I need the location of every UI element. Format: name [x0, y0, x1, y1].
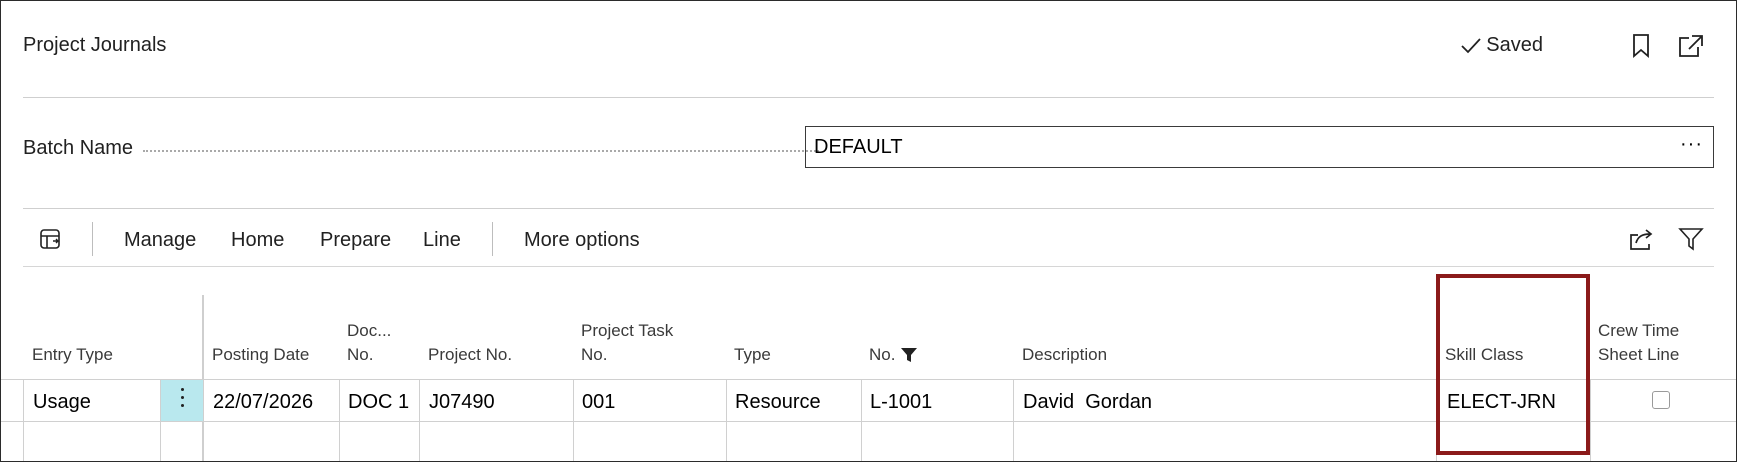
- cell-entry-type[interactable]: Usage: [33, 391, 91, 414]
- share-icon[interactable]: [1628, 227, 1656, 251]
- column-header-no-label: No.: [869, 345, 896, 364]
- grid-cell-border: [419, 379, 420, 461]
- filter-icon[interactable]: [1678, 227, 1704, 251]
- change-view-icon[interactable]: [39, 228, 63, 252]
- manage-menu[interactable]: Manage: [124, 229, 196, 252]
- line-menu[interactable]: Line: [423, 229, 461, 252]
- batch-name-value: DEFAULT: [814, 136, 903, 158]
- column-header-doc-no-line2: No.: [347, 345, 374, 364]
- crew-time-sheet-line-checkbox[interactable]: [1652, 391, 1670, 409]
- checkmark-icon: [1461, 37, 1481, 53]
- cell-project-task-no[interactable]: 001: [582, 391, 615, 414]
- column-header-project-task-no-line2: No.: [581, 345, 608, 364]
- cell-type[interactable]: Resource: [735, 391, 821, 414]
- action-bar: Manage Home Prepare Line More options: [23, 210, 1714, 267]
- grid-cell-border: [1590, 379, 1591, 461]
- page-title: Project Journals: [23, 34, 167, 56]
- column-header-description[interactable]: Description: [1022, 343, 1107, 367]
- bookmark-icon[interactable]: [1631, 34, 1651, 58]
- batch-lookup-button[interactable]: ···: [1680, 133, 1703, 156]
- prepare-menu[interactable]: Prepare: [320, 229, 391, 252]
- column-header-project-no[interactable]: Project No.: [428, 343, 512, 367]
- toolbar-separator: [92, 222, 93, 256]
- batch-section: Batch Name DEFAULT ···: [23, 99, 1714, 209]
- cell-description[interactable]: David Gordan: [1023, 391, 1152, 414]
- column-header-crew-time-sheet-line-line1: Crew Time: [1598, 321, 1680, 340]
- column-header-project-task-no[interactable]: Project Task No.: [581, 319, 673, 367]
- column-header-doc-no[interactable]: Doc... No.: [347, 319, 391, 367]
- column-header-doc-no-line1: Doc...: [347, 321, 392, 340]
- grid-cell-border: [339, 379, 340, 461]
- filter-applied-icon: [901, 348, 918, 362]
- batch-label-leader: [143, 150, 819, 152]
- project-journals-page: Project Journals Saved Batch Name DEFAUL…: [0, 0, 1737, 462]
- page-header: Project Journals Saved: [23, 1, 1714, 98]
- batch-name-label: Batch Name: [23, 137, 140, 160]
- column-header-crew-time-sheet-line[interactable]: Crew Time Sheet Line: [1598, 319, 1679, 367]
- grid-cell-border: [573, 379, 574, 461]
- vertical-ellipsis-icon: [180, 388, 184, 412]
- grid-cell-border: [1013, 379, 1014, 461]
- open-in-new-window-icon[interactable]: [1678, 34, 1704, 58]
- grid-cell-border: [726, 379, 727, 461]
- batch-name-field[interactable]: DEFAULT ···: [805, 126, 1714, 168]
- skill-class-highlight-box: [1436, 274, 1590, 455]
- cell-doc-no[interactable]: DOC 1: [348, 391, 409, 414]
- column-header-no[interactable]: No.: [869, 343, 918, 367]
- cell-posting-date[interactable]: 22/07/2026: [213, 391, 313, 414]
- grid-cell-border: [861, 379, 862, 461]
- column-header-entry-type[interactable]: Entry Type: [32, 343, 113, 367]
- column-header-posting-date[interactable]: Posting Date: [212, 343, 309, 367]
- column-header-crew-time-sheet-line-line2: Sheet Line: [1598, 345, 1680, 364]
- cell-no[interactable]: L-1001: [870, 391, 932, 414]
- saved-status: Saved: [1460, 34, 1543, 57]
- grid-cell-border: [23, 379, 24, 461]
- column-header-type[interactable]: Type: [734, 343, 771, 367]
- cell-project-no[interactable]: J07490: [429, 391, 495, 414]
- saved-label: Saved: [1486, 34, 1543, 56]
- more-options-menu[interactable]: More options: [524, 229, 640, 252]
- home-menu[interactable]: Home: [231, 229, 284, 252]
- toolbar-separator: [492, 222, 493, 256]
- column-header-project-task-no-line1: Project Task: [581, 321, 674, 340]
- row-actions-button[interactable]: [161, 380, 203, 421]
